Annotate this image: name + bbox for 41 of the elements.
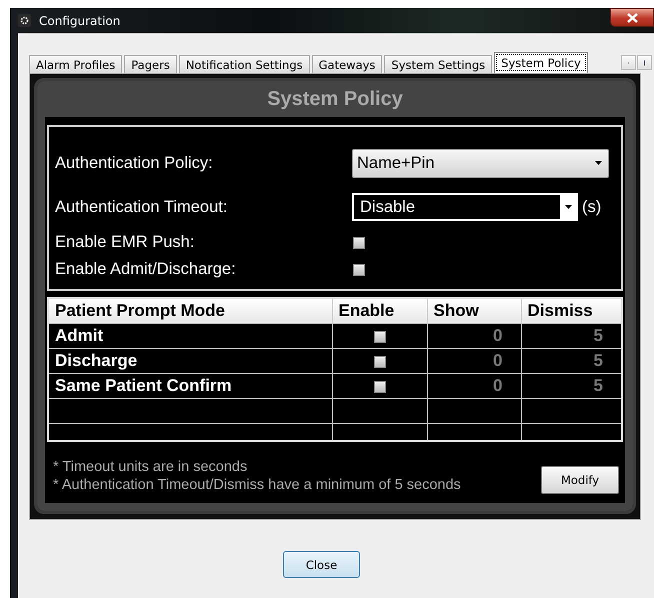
timeout-combo-box[interactable]: Disable — [352, 193, 578, 221]
table-cell: 0 — [427, 374, 521, 398]
tab[interactable]: Pagers — [124, 55, 177, 73]
checkbox[interactable] — [353, 264, 365, 276]
close-dialog-button[interactable]: Close — [283, 551, 360, 578]
caret-down-icon — [564, 205, 572, 209]
tab[interactable]: System Policy — [494, 52, 588, 73]
table-cell: 5 — [521, 324, 622, 348]
setting-label: Enable EMR Push: — [55, 233, 196, 252]
policy-dropdown[interactable]: Name+Pin — [352, 148, 609, 178]
window-title: Configuration — [39, 14, 120, 28]
table-cell: 0 — [427, 348, 521, 374]
unit-label: (s) — [582, 198, 602, 216]
column-header: Enable — [332, 298, 427, 324]
checkbox[interactable] — [374, 356, 386, 368]
column-header: Show — [427, 298, 521, 324]
column-header: Patient Prompt Mode — [48, 298, 332, 324]
table-cell: Discharge — [48, 348, 332, 374]
close-icon — [626, 12, 638, 22]
footnote: * Timeout units are in seconds — [53, 458, 248, 476]
tab[interactable]: Gateways — [312, 55, 382, 73]
table-cell: 0 — [427, 324, 521, 348]
close-button[interactable] — [610, 8, 654, 27]
tab[interactable]: Notification Settings — [178, 55, 310, 73]
table-cell: Same Patient Confirm — [48, 374, 332, 398]
modify-button[interactable]: Modify — [541, 466, 619, 494]
tab[interactable]: Alarm Profiles — [29, 55, 122, 73]
checkbox[interactable] — [353, 236, 365, 248]
column-header: Dismiss — [521, 298, 622, 324]
setting-label: Enable Admit/Discharge: — [55, 260, 237, 279]
gear-icon — [18, 14, 31, 27]
checkbox[interactable] — [374, 330, 386, 343]
setting-label: Authentication Policy: — [55, 154, 214, 172]
footnote: * Authentication Timeout/Dismiss have a minimum of 5 seconds — [53, 476, 461, 494]
setting-label: Authentication Timeout: — [55, 198, 228, 216]
checkbox[interactable] — [374, 380, 386, 393]
table-cell: Admit — [48, 324, 332, 348]
tab[interactable]: System Settings — [384, 55, 492, 73]
panel-title: System Policy — [37, 81, 633, 117]
caret-down-icon — [595, 161, 602, 165]
scroll-right-button[interactable] — [637, 55, 652, 70]
